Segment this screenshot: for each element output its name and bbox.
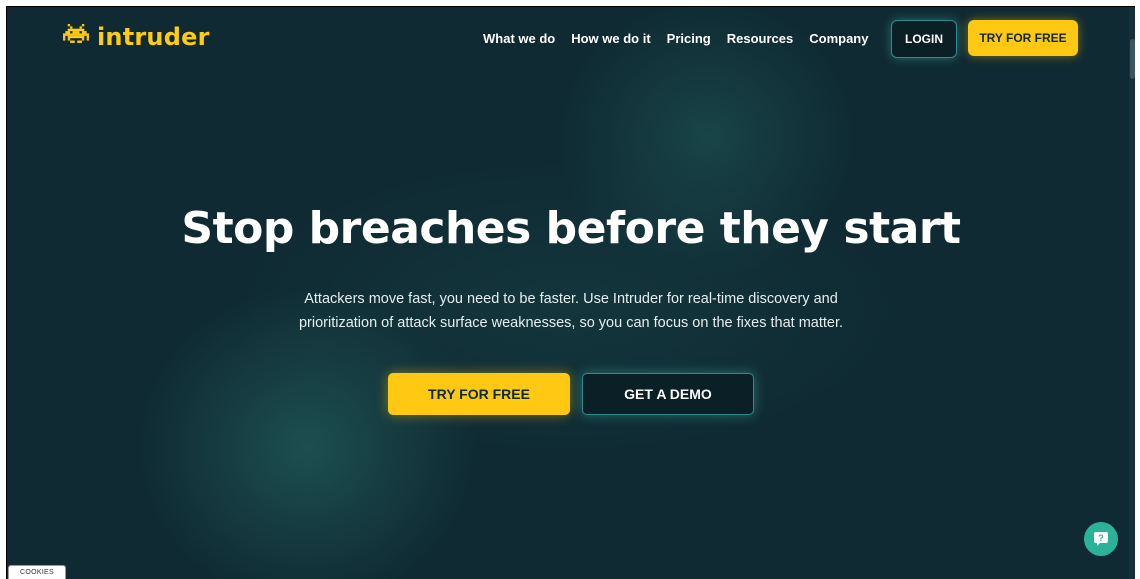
help-chat-button[interactable]: ?: [1084, 522, 1118, 556]
hero-subtitle: Attackers move fast, you need to be fast…: [271, 287, 871, 335]
nav-item-what-we-do[interactable]: What we do: [483, 31, 555, 46]
hero-subtitle-line-1: Attackers move fast, you need to be fast…: [304, 291, 838, 307]
help-chat-icon: ?: [1094, 532, 1108, 546]
page: intruder What we do How we do it Pricing…: [6, 6, 1135, 579]
nav-item-resources[interactable]: Resources: [727, 31, 793, 46]
nav-item-pricing[interactable]: Pricing: [667, 31, 711, 46]
hero-title: Stop breaches before they start: [181, 203, 961, 254]
nav-item-company[interactable]: Company: [809, 31, 868, 46]
hero-subtitle-line-2: prioritization of attack surface weaknes…: [298, 315, 844, 331]
try-for-free-hero-button[interactable]: TRY FOR FREE: [388, 373, 570, 415]
cookies-button[interactable]: COOKIES: [8, 565, 66, 579]
scrollbar[interactable]: [1129, 7, 1135, 579]
login-button[interactable]: LOGIN: [891, 20, 957, 58]
help-chat-glyph: ?: [1098, 533, 1104, 543]
logo-text: intruder: [97, 23, 210, 51]
space-invader-icon: [63, 24, 89, 43]
try-for-free-nav-button[interactable]: TRY FOR FREE: [968, 20, 1078, 56]
main-nav: What we do How we do it Pricing Resource…: [483, 31, 884, 46]
nav-item-how-we-do-it[interactable]: How we do it: [571, 31, 650, 46]
logo[interactable]: intruder: [63, 23, 210, 51]
scrollbar-thumb[interactable]: [1130, 39, 1135, 79]
get-a-demo-button[interactable]: GET A DEMO: [582, 373, 754, 415]
